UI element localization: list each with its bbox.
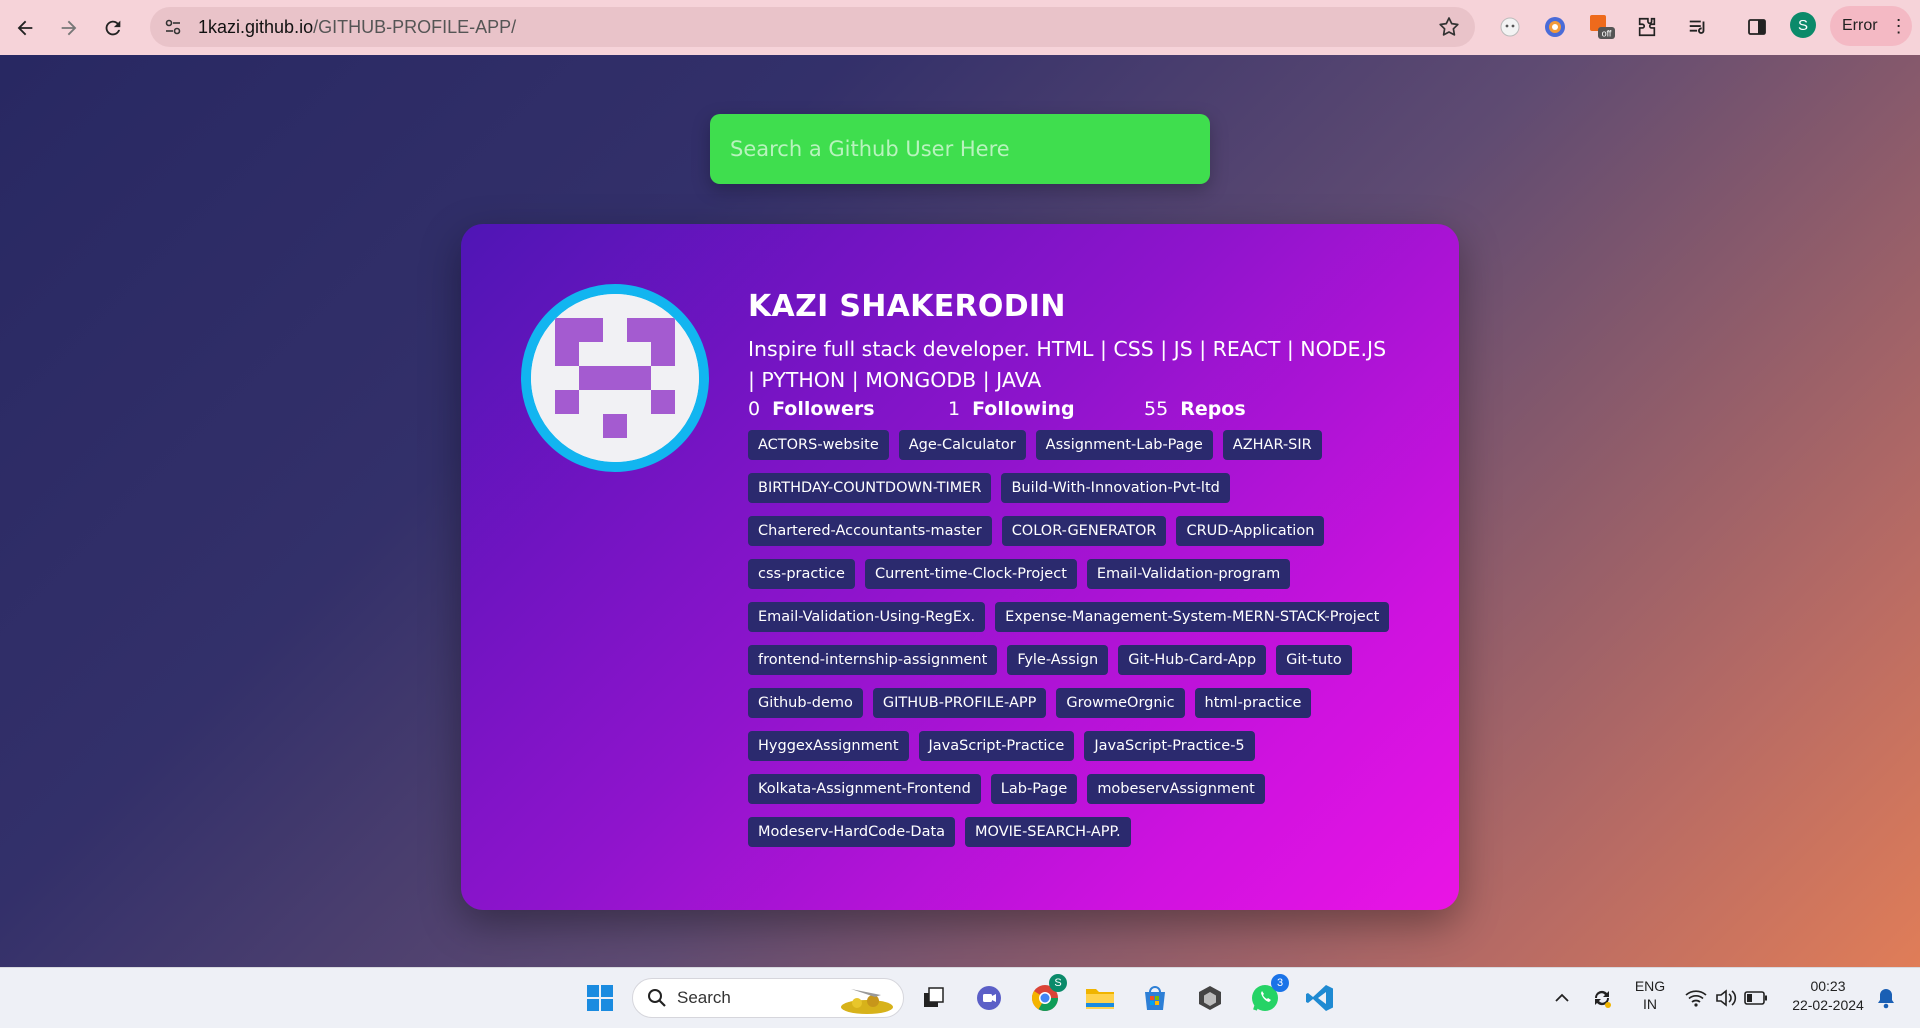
repo-chip[interactable]: css-practice (748, 559, 855, 589)
repo-chip[interactable]: ACTORS-website (748, 430, 889, 460)
whatsapp-unread-badge: 3 (1271, 974, 1289, 992)
repo-chip[interactable]: GrowmeOrgnic (1056, 688, 1185, 718)
github-user-search-input[interactable] (710, 114, 1210, 184)
repo-chip[interactable]: JavaScript-Practice-5 (1084, 731, 1255, 761)
url-host: 1kazi.github.io (198, 16, 314, 37)
clock[interactable]: 00:23 22-02-2024 (1778, 978, 1878, 1013)
repo-chip[interactable]: Assignment-Lab-Page (1035, 430, 1213, 460)
taskbar-search-box[interactable]: Search (632, 978, 904, 1018)
repos-count: 55 (1144, 398, 1169, 420)
following-count: 1 (948, 398, 961, 420)
repo-chip[interactable]: Github-demo (748, 688, 863, 718)
repo-chip[interactable]: html-practice (1194, 688, 1312, 718)
repo-chip[interactable]: Fyle-Assign (1007, 645, 1109, 675)
repo-chip[interactable]: BIRTHDAY-COUNTDOWN-TIMER (748, 473, 992, 503)
identicon-image (531, 294, 699, 462)
taskbar-search-label: Search (677, 988, 731, 1007)
profile-avatar[interactable]: S (1790, 12, 1816, 38)
reload-icon (105, 20, 121, 35)
sync-icon[interactable] (1584, 980, 1620, 1016)
menu-dots-icon[interactable]: ⋮ (1890, 17, 1908, 35)
repo-chip[interactable]: Kolkata-Assignment-Frontend (748, 774, 981, 804)
error-button[interactable]: Error ⋮ (1830, 6, 1912, 46)
site-settings-icon[interactable] (156, 10, 190, 44)
arrow-right-icon (61, 20, 77, 35)
profile-info: KAZI SHAKERODIN Inspire full stack devel… (748, 289, 1390, 860)
microsoft-store-icon[interactable] (1137, 980, 1173, 1016)
repo-chip[interactable]: Modeserv-HardCode-Data (748, 817, 956, 847)
repo-chip[interactable]: frontend-internship-assignment (748, 645, 998, 675)
repo-chip[interactable]: Git-Hub-Card-App (1118, 645, 1267, 675)
error-label: Error (1842, 17, 1878, 34)
extension-ghost-icon[interactable] (1495, 12, 1525, 42)
svg-text:off: off (1602, 29, 1612, 39)
page-background: KAZI SHAKERODIN Inspire full stack devel… (0, 55, 1920, 967)
windows-taskbar: Search S 3 ENG IN 00:23 22-02-2024 (0, 967, 1920, 1028)
repo-chip[interactable]: AZHAR-SIR (1222, 430, 1322, 460)
followers-count: 0 (748, 398, 761, 420)
repo-chip[interactable]: GITHUB-PROFILE-APP (872, 688, 1047, 718)
profile-card: KAZI SHAKERODIN Inspire full stack devel… (461, 224, 1459, 910)
repo-chip[interactable]: Chartered-Accountants-master (748, 516, 992, 546)
search-highlight-image-icon (841, 989, 893, 1014)
back-button[interactable] (6, 9, 44, 47)
following-stat: 1 Following (948, 398, 1144, 420)
region-code: IN (1643, 996, 1657, 1012)
reload-button[interactable] (94, 9, 132, 47)
whatsapp-icon[interactable]: 3 (1247, 974, 1289, 1016)
language-code: ENG (1634, 978, 1666, 994)
media-queue-icon[interactable] (1683, 12, 1713, 42)
repos-stat: 55 Repos (1144, 398, 1246, 420)
followers-label: Followers (772, 398, 875, 420)
repo-chip[interactable]: Age-Calculator (898, 430, 1026, 460)
battery-icon[interactable] (1738, 980, 1774, 1016)
repo-chip[interactable]: CRUD-Application (1176, 516, 1325, 546)
user-avatar (521, 284, 709, 472)
forward-button[interactable] (50, 9, 88, 47)
language-indicator[interactable]: ENG IN (1630, 978, 1670, 1012)
url-text: 1kazi.github.io/GITHUB-PROFILE-APP/ (198, 17, 516, 38)
repo-chip[interactable]: Lab-Page (990, 774, 1078, 804)
url-path: /GITHUB-PROFILE-APP/ (313, 16, 517, 37)
repo-chip[interactable]: COLOR-GENERATOR (1001, 516, 1167, 546)
repos-label: Repos (1180, 398, 1246, 420)
side-panel-icon[interactable] (1742, 12, 1772, 42)
show-hidden-icons-chevron-up-icon[interactable] (1544, 980, 1580, 1016)
repo-chip[interactable]: Email-Validation-Using-RegEx. (748, 602, 986, 632)
repo-chip[interactable]: Git-tuto (1276, 645, 1352, 675)
extension-off-badge-icon[interactable]: off (1587, 12, 1617, 42)
repo-chip[interactable]: Expense-Management-System-MERN-STACK-Pro… (995, 602, 1390, 632)
notification-bell-icon[interactable] (1868, 980, 1904, 1016)
repo-list: ACTORS-website Age-Calculator Assignment-L… (748, 430, 1438, 860)
windows-start-icon[interactable] (582, 980, 618, 1016)
address-bar[interactable]: 1kazi.github.io/GITHUB-PROFILE-APP/ (150, 7, 1475, 47)
user-name: KAZI SHAKERODIN (748, 289, 1066, 324)
following-label: Following (972, 398, 1075, 420)
followers-stat: 0 Followers (748, 398, 948, 420)
arrow-left-icon (17, 20, 33, 35)
bookmark-star-icon[interactable] (1437, 15, 1461, 39)
repo-chip[interactable]: Current-time-Clock-Project (864, 559, 1077, 589)
file-explorer-icon[interactable] (1082, 980, 1118, 1016)
repo-chip[interactable]: Email-Validation-program (1086, 559, 1291, 589)
repo-chip[interactable]: HyggexAssignment (748, 731, 909, 761)
extension-firefox-relay-icon[interactable] (1540, 12, 1570, 42)
chrome-profile-badge: S (1049, 974, 1067, 992)
user-bio: Inspire full stack developer. HTML | CSS… (748, 337, 1387, 392)
repo-chip[interactable]: MOVIE-SEARCH-APP. (965, 817, 1131, 847)
unity-hub-icon[interactable] (1192, 980, 1228, 1016)
repo-chip[interactable]: mobeservAssignment (1087, 774, 1265, 804)
repo-chip[interactable]: JavaScript-Practice (918, 731, 1075, 761)
clock-time: 00:23 (1810, 978, 1846, 994)
user-stats: 0 Followers 1 Following 55 Repos (748, 398, 1388, 420)
teams-meet-icon[interactable] (971, 980, 1007, 1016)
chrome-app-icon[interactable]: S (1027, 974, 1067, 1016)
search-icon (648, 989, 666, 1007)
task-view-icon[interactable] (916, 980, 952, 1016)
clock-date: 22-02-2024 (1792, 997, 1864, 1013)
browser-toolbar: 1kazi.github.io/GITHUB-PROFILE-APP/ off … (0, 0, 1920, 55)
extensions-puzzle-icon[interactable] (1632, 12, 1662, 42)
repo-chip[interactable]: Build-With-Innovation-Pvt-ltd (1001, 473, 1230, 503)
vscode-icon[interactable] (1302, 980, 1338, 1016)
